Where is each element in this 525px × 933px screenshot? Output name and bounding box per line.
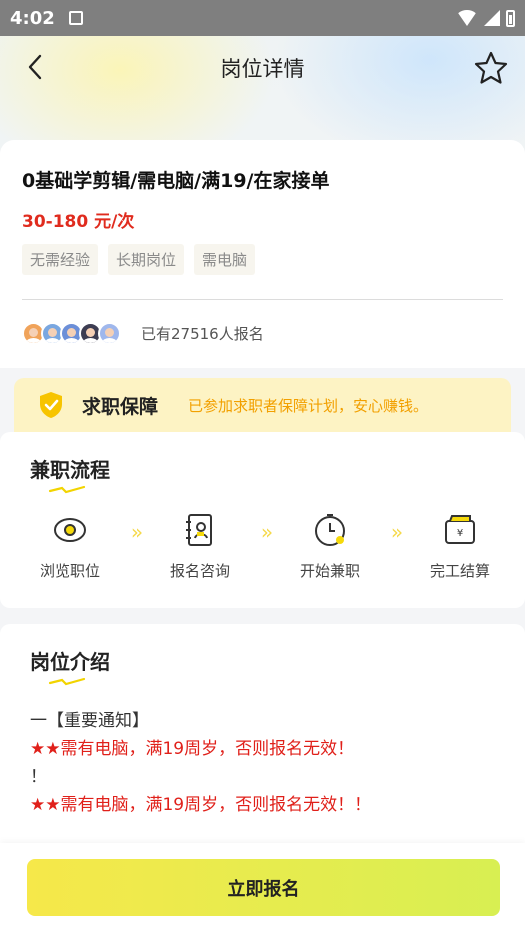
shield-check-icon	[40, 392, 62, 418]
status-icons	[456, 9, 515, 27]
applicants-row: 已有27516人报名	[22, 322, 503, 345]
wallet-icon: ¥	[445, 515, 475, 544]
wifi-icon	[456, 10, 478, 26]
step-label: 开始兼职	[299, 562, 360, 580]
job-summary-card: 0基础学剪辑/需电脑/满19/在家接单 30-180 元/次 无需经验 长期岗位…	[0, 140, 525, 368]
notification-icon	[68, 11, 83, 25]
intro-line: 一【重要通知】	[30, 711, 149, 731]
process-step-settle: ¥ 完工结算	[420, 512, 500, 581]
clock-icon	[315, 514, 345, 546]
battery-icon	[506, 9, 515, 27]
job-title: 0基础学剪辑/需电脑/满19/在家接单	[22, 170, 330, 192]
intro-line: ★★需有电脑，满19周岁，否则报名无效！	[30, 739, 355, 759]
title-underline-decoration	[48, 485, 86, 494]
job-tag: 长期岗位	[108, 244, 185, 275]
status-bar: 4:02	[0, 0, 525, 36]
status-time: 4:02	[10, 7, 55, 29]
job-salary: 30-180 元/次	[22, 212, 135, 232]
process-step-apply: 报名咨询	[160, 512, 240, 581]
svg-text:¥: ¥	[457, 528, 463, 539]
page-title: 岗位详情	[220, 57, 305, 81]
divider	[22, 299, 503, 300]
chevron-left-icon	[28, 54, 42, 80]
bottom-action-bar: 立即报名	[0, 843, 525, 933]
process-card: 兼职流程 浏览职位 » 报名咨询 » 开始兼职 » ¥ 完工结算	[0, 432, 525, 608]
chevrons-icon: »	[130, 520, 143, 544]
chevrons-icon: »	[260, 520, 273, 544]
process-steps: 浏览职位 » 报名咨询 » 开始兼职 » ¥ 完工结算	[30, 512, 500, 581]
process-title: 兼职流程	[30, 458, 110, 482]
step-label: 报名咨询	[169, 562, 230, 580]
applicant-avatars	[22, 322, 121, 345]
guarantee-title: 求职保障	[82, 395, 159, 418]
job-tag: 需电脑	[194, 244, 256, 275]
eye-icon	[54, 518, 86, 542]
step-label: 浏览职位	[39, 562, 100, 580]
chevrons-icon: »	[390, 520, 403, 544]
intro-text: 一【重要通知】 ★★需有电脑，满19周岁，否则报名无效！ ！ ★★需有电脑，满1…	[30, 707, 495, 819]
contact-book-icon	[186, 514, 212, 546]
job-guarantee-banner: 求职保障 已参加求职者保障计划，安心赚钱。	[14, 378, 511, 432]
process-step-start: 开始兼职	[290, 512, 370, 581]
intro-line: ！	[30, 767, 47, 787]
back-button[interactable]	[20, 52, 50, 82]
step-label: 完工结算	[429, 562, 490, 580]
avatar	[98, 322, 121, 345]
title-underline-decoration	[48, 677, 86, 686]
job-intro-card: 岗位介绍 一【重要通知】 ★★需有电脑，满19周岁，否则报名无效！ ！ ★★需有…	[0, 624, 525, 854]
intro-line: ★★需有电脑，满19周岁，否则报名无效！！	[30, 795, 372, 815]
guarantee-desc: 已参加求职者保障计划，安心赚钱。	[188, 396, 429, 415]
process-step-browse: 浏览职位	[30, 512, 110, 581]
nav-bar: 岗位详情	[0, 36, 525, 100]
job-tags: 无需经验 长期岗位 需电脑	[22, 244, 503, 275]
signal-icon	[484, 10, 500, 26]
applicants-count: 已有27516人报名	[141, 325, 264, 343]
apply-button[interactable]: 立即报名	[27, 859, 500, 916]
intro-title: 岗位介绍	[30, 650, 110, 674]
job-tag: 无需经验	[22, 244, 99, 275]
favorite-star-icon[interactable]	[473, 50, 509, 86]
